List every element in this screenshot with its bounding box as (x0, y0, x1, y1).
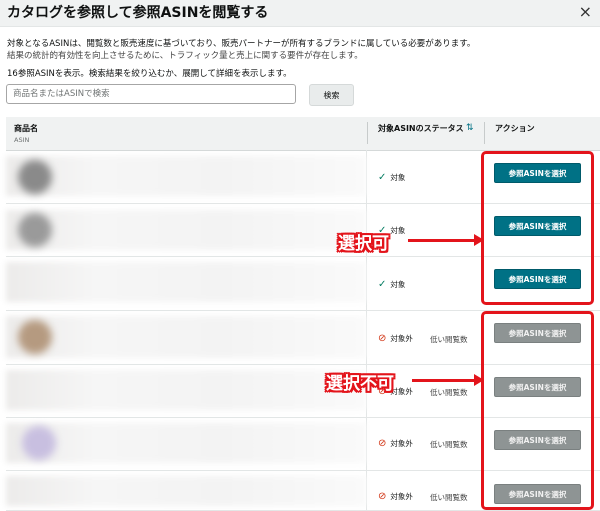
status-label: 対象 (390, 173, 406, 182)
product-thumbnail (22, 426, 56, 460)
column-header-status[interactable]: 対象ASINのステータス (378, 123, 464, 134)
status-label: 対象外 (390, 492, 413, 501)
blurred-product-info (6, 370, 366, 410)
blurred-product-info (6, 156, 366, 196)
blurred-product-info (6, 210, 366, 250)
column-header-action: アクション (495, 124, 535, 133)
status-label: 対象外 (390, 334, 413, 343)
status-cell: ✓ 対象 (378, 172, 405, 183)
search-input[interactable] (6, 84, 296, 104)
dialog-title: カタログを参照して参照ASINを閲覧する (7, 5, 269, 21)
callout-not-selectable: 選択不可 (326, 374, 394, 394)
results-count: 16参照ASINを表示。検索結果を絞り込むか、展開して詳細を表示します。 (7, 69, 292, 79)
status-cell: ⊘ 対象外 (378, 438, 413, 449)
dialog-header: カタログを参照して参照ASINを閲覧する × (0, 0, 600, 27)
status-label: 対象 (390, 226, 406, 235)
sort-icon[interactable]: ⇅ (466, 123, 474, 133)
status-label: 対象外 (390, 439, 413, 448)
description-line-1: 対象となるASINは、閲覧数と販売速度に基づいており、販売パートナーが所有するブ… (7, 39, 476, 49)
low-views-label: 低い閲覧数 (430, 335, 468, 344)
column-divider (484, 122, 485, 144)
callout-selectable: 選択可 (338, 234, 389, 254)
column-divider (367, 122, 368, 144)
blurred-product-info (6, 423, 366, 463)
annotation-box-not-selectable (481, 311, 594, 510)
status-cell: ✓ 対象 (378, 279, 405, 290)
column-header-product: 商品名 (14, 124, 38, 133)
description-line-2: 結果の統計的有効性を向上させるために、トラフィック量と売上に関する要件が存在しま… (7, 51, 363, 61)
status-label: 対象 (390, 280, 406, 289)
status-cell: ⊘ 対象外 (378, 333, 413, 344)
blurred-product-info (6, 262, 366, 302)
close-icon[interactable]: × (579, 2, 592, 21)
prohibited-icon: ⊘ (378, 491, 387, 502)
arrow-not-selectable (412, 374, 484, 386)
low-views-label: 低い閲覧数 (430, 440, 468, 449)
search-button[interactable]: 検索 (309, 84, 354, 106)
prohibited-icon: ⊘ (378, 438, 387, 449)
product-thumbnail (18, 320, 52, 354)
annotation-box-selectable (481, 151, 594, 305)
low-views-label: 低い閲覧数 (430, 388, 468, 397)
check-icon: ✓ (378, 279, 387, 290)
arrow-selectable (408, 234, 484, 246)
low-views-label: 低い閲覧数 (430, 493, 468, 502)
blurred-product-info (6, 316, 366, 358)
check-icon: ✓ (378, 172, 387, 183)
status-cell: ⊘ 対象外 (378, 491, 413, 502)
product-thumbnail (18, 160, 52, 194)
product-thumbnail (18, 213, 52, 247)
prohibited-icon: ⊘ (378, 333, 387, 344)
column-header-asin: ASIN (14, 136, 30, 144)
blurred-product-info (6, 476, 366, 506)
